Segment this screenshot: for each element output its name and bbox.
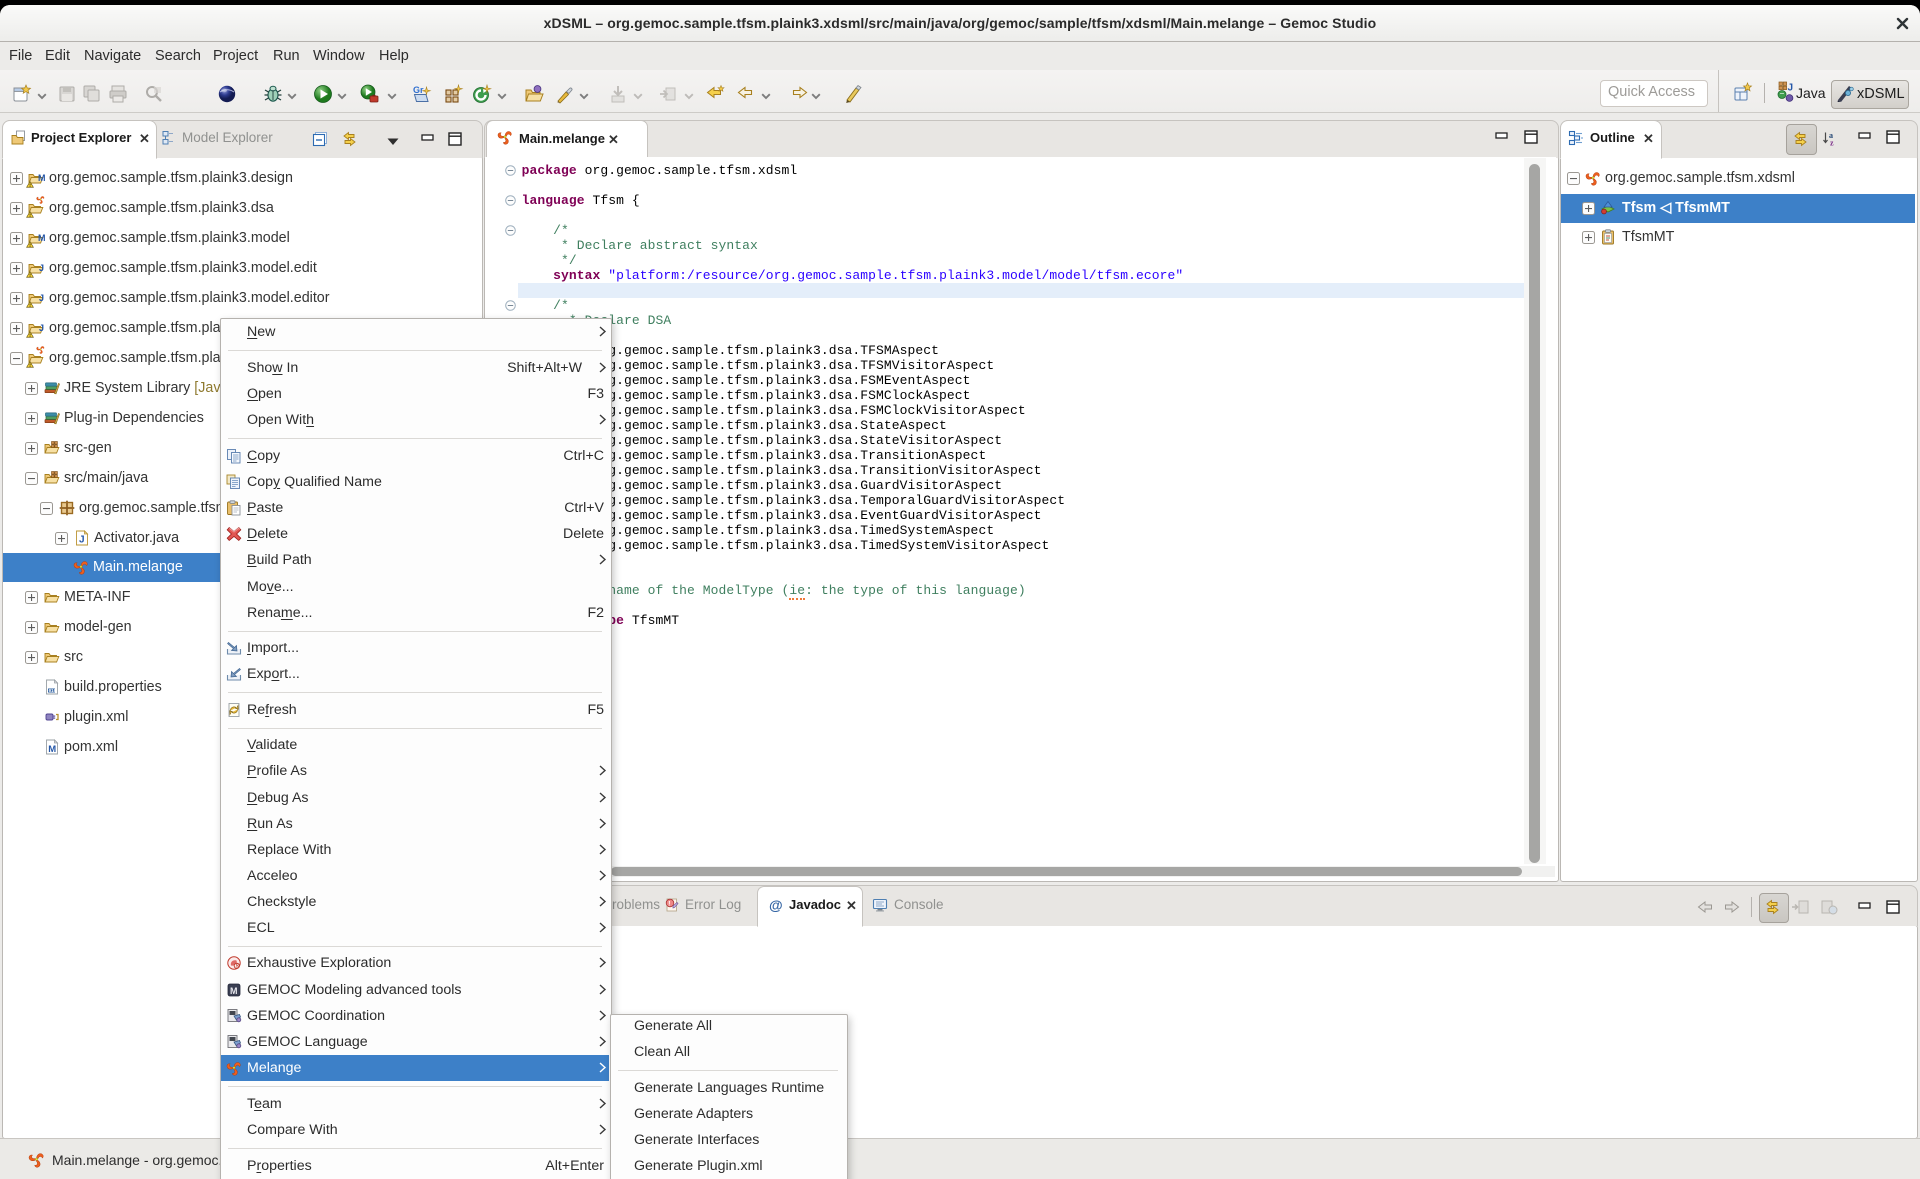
svg-text:Gr: Gr: [413, 85, 424, 95]
svg-text:J: J: [1788, 83, 1794, 94]
